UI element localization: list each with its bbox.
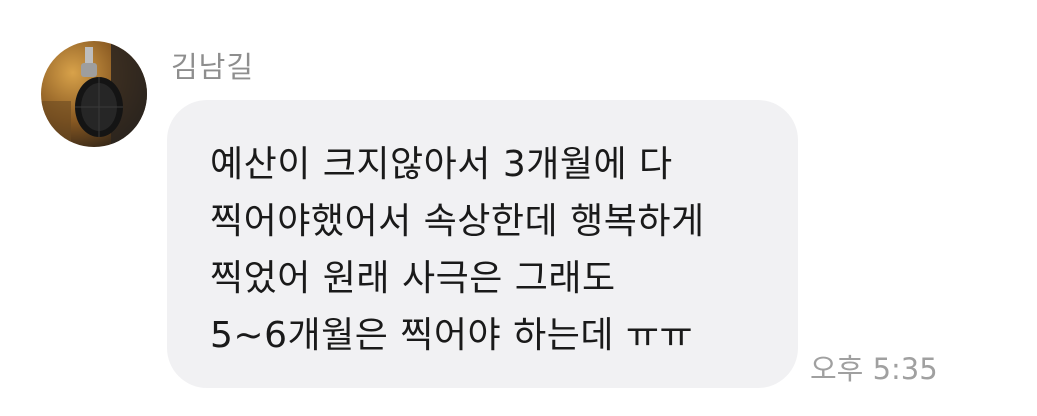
- avatar[interactable]: [41, 41, 147, 147]
- microphone-photo-icon: [41, 41, 147, 147]
- message-line: 예산이 크지않아서 3개월에 다: [210, 144, 673, 185]
- message-line: 5~6개월은 찍어야 하는데 ㅠㅠ: [210, 315, 694, 356]
- chat-message-row: 김남길 예산이 크지않아서 3개월에 다 찍어야했어서 속상한데 행복하게 찍었…: [0, 0, 1037, 416]
- message-line: 찍어야했어서 속상한데 행복하게: [210, 201, 705, 242]
- message-bubble[interactable]: 예산이 크지않아서 3개월에 다 찍어야했어서 속상한데 행복하게 찍었어 원래…: [167, 100, 798, 388]
- message-timestamp: 오후 5:35: [810, 352, 938, 386]
- message-line: 찍었어 원래 사극은 그래도: [210, 258, 616, 299]
- sender-name: 김남길: [171, 50, 255, 84]
